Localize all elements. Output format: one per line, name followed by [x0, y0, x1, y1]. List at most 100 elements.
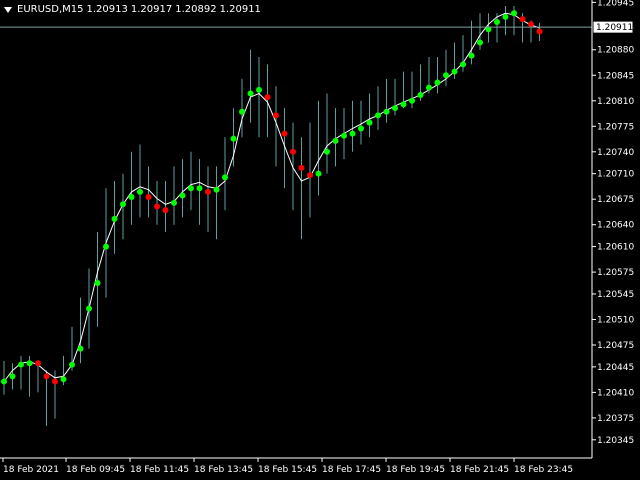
up-signal-dot — [137, 188, 143, 195]
time-tick-label: 18 Feb 21:45 — [450, 465, 509, 475]
time-tick-label: 18 Feb 11:45 — [130, 465, 189, 475]
up-signal-dot — [196, 185, 203, 192]
up-signal-dot — [332, 137, 339, 144]
up-signal-dot — [1, 378, 7, 385]
close-value: 1.20911 — [219, 4, 261, 15]
time-tick-label: 18 Feb 19:45 — [386, 465, 445, 475]
up-signal-dot — [18, 361, 24, 368]
up-signal-dot — [477, 39, 483, 46]
down-signal-dot — [298, 164, 305, 171]
price-tick-label: 1.20510 — [597, 315, 634, 325]
down-signal-dot — [536, 28, 543, 35]
up-signal-dot — [256, 86, 262, 93]
up-signal-dot — [324, 148, 330, 155]
up-signal-dot — [502, 13, 509, 20]
up-signal-dot — [511, 10, 517, 17]
up-signal-dot — [94, 280, 101, 287]
down-signal-dot — [281, 130, 288, 137]
up-signal-dot — [341, 132, 347, 139]
up-signal-dot — [366, 119, 373, 126]
down-signal-dot — [145, 194, 152, 201]
up-signal-dot — [111, 215, 118, 222]
down-signal-dot — [273, 112, 279, 119]
up-signal-dot — [315, 170, 322, 177]
price-tick-label: 1.20445 — [597, 363, 634, 373]
up-signal-dot — [128, 194, 135, 201]
price-tick-label: 1.20945 — [597, 0, 634, 8]
up-signal-dot — [69, 361, 75, 368]
down-signal-dot — [162, 207, 169, 214]
current-price-label: 1.20911 — [596, 23, 633, 33]
up-signal-dot — [230, 135, 237, 142]
price-tick-label: 1.20845 — [597, 71, 634, 81]
up-signal-dot — [120, 201, 126, 208]
price-tick-label: 1.20640 — [597, 221, 634, 231]
up-signal-dot — [26, 360, 33, 367]
time-tick-label: 18 Feb 13:45 — [194, 465, 253, 475]
chart-header: EURUSD,M15 1.20913 1.20917 1.20892 1.209… — [4, 4, 261, 15]
up-signal-dot — [434, 79, 441, 86]
price-tick-label: 1.20675 — [597, 195, 634, 205]
low-value: 1.20892 — [175, 4, 217, 15]
time-tick-label: 18 Feb 09:45 — [66, 465, 125, 475]
time-tick-label: 18 Feb 17:45 — [322, 465, 381, 475]
down-signal-dot — [154, 203, 160, 210]
up-signal-dot — [60, 376, 67, 383]
down-signal-dot — [264, 94, 271, 101]
down-signal-dot — [528, 21, 534, 28]
down-signal-dot — [290, 148, 296, 155]
down-signal-dot — [52, 378, 58, 385]
price-tick-label: 1.20880 — [597, 46, 634, 56]
time-tick-label: 18 Feb 2021 — [3, 465, 59, 475]
up-signal-dot — [349, 130, 356, 137]
up-signal-dot — [188, 185, 194, 192]
up-signal-dot — [409, 97, 415, 104]
up-signal-dot — [179, 192, 186, 199]
up-signal-dot — [86, 305, 92, 312]
down-signal-dot — [35, 360, 41, 367]
down-signal-dot — [205, 188, 211, 195]
up-signal-dot — [375, 112, 381, 119]
price-tick-label: 1.20710 — [597, 170, 634, 180]
up-signal-dot — [9, 373, 16, 380]
time-tick-label: 18 Feb 23:45 — [514, 465, 573, 475]
up-signal-dot — [171, 199, 177, 206]
down-signal-dot — [43, 373, 50, 380]
up-signal-dot — [460, 61, 466, 68]
up-signal-dot — [417, 91, 424, 98]
up-signal-dot — [103, 243, 109, 250]
symbol-label: EURUSD,M15 — [17, 4, 84, 15]
price-chart[interactable]: 1.209451.209101.208801.208451.208101.207… — [0, 0, 640, 480]
price-tick-label: 1.20410 — [597, 388, 634, 398]
price-tick-label: 1.20775 — [597, 122, 634, 132]
up-signal-dot — [451, 68, 458, 75]
price-tick-label: 1.20575 — [597, 268, 634, 278]
high-value: 1.20917 — [130, 4, 173, 15]
up-signal-dot — [443, 72, 449, 79]
up-signal-dot — [468, 52, 475, 59]
up-signal-dot — [222, 174, 228, 181]
price-tick-label: 1.20610 — [597, 243, 634, 253]
price-tick-label: 1.20375 — [597, 414, 634, 424]
up-signal-dot — [239, 108, 245, 115]
price-tick-label: 1.20545 — [597, 290, 634, 300]
up-signal-dot — [77, 345, 84, 352]
open-value: 1.20913 — [86, 4, 128, 15]
price-tick-label: 1.20345 — [597, 436, 634, 446]
symbol-dropdown-icon[interactable] — [4, 6, 12, 13]
up-signal-dot — [494, 19, 500, 26]
up-signal-dot — [383, 108, 390, 115]
up-signal-dot — [358, 125, 364, 132]
up-signal-dot — [392, 105, 398, 112]
up-signal-dot — [247, 90, 254, 97]
down-signal-dot — [307, 172, 313, 179]
chart-background — [0, 0, 640, 480]
price-tick-label: 1.20740 — [597, 148, 634, 158]
price-tick-label: 1.20475 — [597, 341, 634, 351]
price-tick-label: 1.20810 — [597, 97, 634, 107]
up-signal-dot — [400, 101, 407, 108]
up-signal-dot — [213, 186, 220, 193]
current-price-marker: 1.20911 — [592, 20, 634, 34]
up-signal-dot — [426, 84, 432, 91]
time-tick-label: 18 Feb 15:45 — [258, 465, 317, 475]
